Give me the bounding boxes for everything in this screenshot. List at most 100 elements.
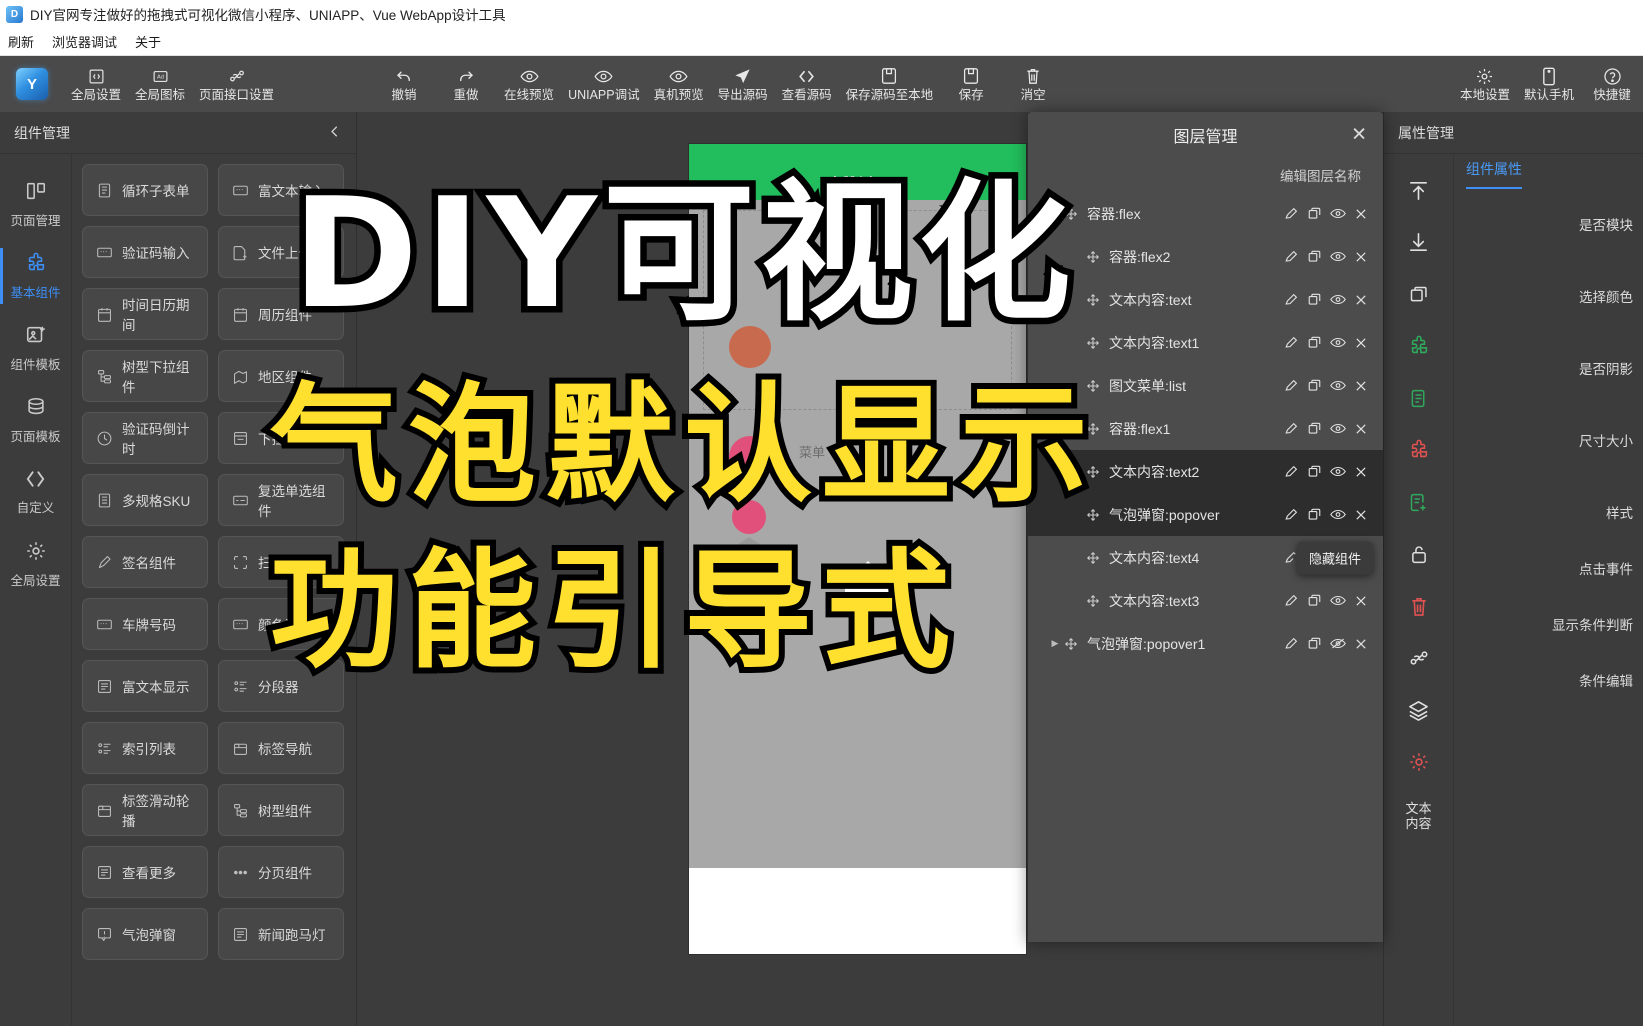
edit-icon[interactable] (1283, 420, 1300, 437)
eye-icon[interactable] (1329, 291, 1346, 308)
drag-move-icon[interactable] (1084, 465, 1102, 479)
copy-icon[interactable] (1408, 268, 1429, 320)
edit-icon[interactable] (1283, 248, 1300, 265)
eye-icon[interactable] (1329, 334, 1346, 351)
toolbar-undo[interactable]: 撤销 (373, 67, 435, 102)
eye-icon[interactable] (1329, 377, 1346, 394)
toolbar-export-source[interactable]: 导出源码 (711, 67, 775, 102)
toolbar-global-icons[interactable]: Ad 全局图标 (128, 67, 192, 102)
copy-icon[interactable] (1306, 377, 1323, 394)
toolbar-online-preview[interactable]: 在线预览 (497, 67, 561, 102)
drag-move-icon[interactable] (1084, 336, 1102, 350)
toolbar-uniapp-debug[interactable]: UNIAPP调试 (561, 67, 647, 102)
close-icon[interactable] (1352, 377, 1369, 394)
popover-bubble[interactable]: 气泡功能 (845, 561, 912, 597)
eye-off-icon[interactable] (1329, 635, 1346, 652)
unlock-icon[interactable] (1409, 528, 1429, 580)
expand-caret-icon[interactable]: ▶ (1048, 638, 1062, 649)
layer-row[interactable]: 文本内容:text (1028, 278, 1383, 321)
close-icon[interactable] (1352, 248, 1369, 265)
eye-icon[interactable] (1329, 420, 1346, 437)
sidebar-item-basic-components[interactable]: 基本组件 (0, 240, 71, 312)
component-item[interactable]: 签名组件 (82, 536, 208, 588)
component-item[interactable]: 复选单选组件 (218, 474, 344, 526)
component-item[interactable]: 分页组件 (218, 846, 344, 898)
menu-item-about[interactable]: 关于 (135, 32, 161, 51)
drag-move-icon[interactable] (1062, 207, 1080, 221)
eye-icon[interactable] (1329, 592, 1346, 609)
property-row[interactable]: 点击事件 (1454, 558, 1633, 614)
eye-icon[interactable] (1329, 205, 1346, 222)
toolbar-clear[interactable]: 消空 (1002, 67, 1064, 102)
close-icon[interactable] (1352, 463, 1369, 480)
component-item[interactable]: 查看更多 (82, 846, 208, 898)
property-row[interactable]: 选择颜色 (1454, 286, 1633, 358)
edit-icon[interactable] (1283, 635, 1300, 652)
layer-row[interactable]: 容器:flex1 (1028, 407, 1383, 450)
copy-icon[interactable] (1306, 463, 1323, 480)
close-icon[interactable] (1352, 205, 1369, 222)
component-item[interactable]: 气泡弹窗 (82, 908, 208, 960)
component-item[interactable]: 验证码倒计时 (82, 412, 208, 464)
layer-row[interactable]: 文本内容:text3 (1028, 579, 1383, 622)
component-item[interactable]: 下拉选择 (218, 412, 344, 464)
drag-move-icon[interactable] (1084, 508, 1102, 522)
copy-icon[interactable] (1306, 592, 1323, 609)
sidebar-item-page-manage[interactable]: 页面管理 (0, 168, 71, 240)
edit-icon[interactable] (1283, 377, 1300, 394)
sidebar-item-page-template[interactable]: 页面模板 (0, 384, 71, 456)
toolbar-redo[interactable]: 重做 (435, 67, 497, 102)
component-item[interactable]: 富文本显示 (82, 660, 208, 712)
drag-move-icon[interactable] (1062, 637, 1080, 651)
menu-item-browser-debug[interactable]: 浏览器调试 (52, 32, 117, 51)
expand-caret-icon[interactable]: ▼ (1048, 209, 1062, 219)
gear-red-icon[interactable] (1408, 736, 1430, 788)
link-icon[interactable] (1408, 632, 1430, 684)
layer-row[interactable]: 容器:flex2 (1028, 235, 1383, 278)
property-row[interactable]: 显示条件判断 (1454, 614, 1633, 670)
component-item[interactable]: 标签导航 (218, 722, 344, 774)
edit-icon[interactable] (1283, 592, 1300, 609)
drag-move-icon[interactable] (1084, 551, 1102, 565)
edit-icon[interactable] (1283, 205, 1300, 222)
layer-manager-panel[interactable]: 图层管理 ✕ 编辑图层名称 ▼ 容器:flex 容器:flex2 文本内容:text 文… (1028, 112, 1383, 942)
property-row[interactable]: 是否阴影 (1454, 358, 1633, 430)
component-item[interactable]: 多规格SKU (82, 474, 208, 526)
puzzle-add-green-icon[interactable] (1408, 320, 1430, 372)
copy-icon[interactable] (1306, 248, 1323, 265)
drag-move-icon[interactable] (1084, 293, 1102, 307)
property-row[interactable]: 样式 (1454, 502, 1633, 558)
drag-move-icon[interactable] (1084, 594, 1102, 608)
sidebar-item-global-settings[interactable]: 全局设置 (0, 528, 71, 600)
menu-item-refresh[interactable]: 刷新 (8, 32, 34, 51)
drag-move-icon[interactable] (1084, 379, 1102, 393)
layer-row[interactable]: ▼ 容器:flex (1028, 192, 1383, 235)
copy-icon[interactable] (1306, 334, 1323, 351)
copy-icon[interactable] (1306, 205, 1323, 222)
text-content-label[interactable]: 文本 内容 (1405, 788, 1431, 846)
puzzle-red-icon[interactable] (1408, 424, 1430, 476)
component-item[interactable]: 地区组件 (218, 350, 344, 402)
close-icon[interactable] (1352, 506, 1369, 523)
edit-icon[interactable] (1283, 334, 1300, 351)
component-item[interactable]: 文件上传 (218, 226, 344, 278)
layer-row[interactable]: 文本内容:text1 (1028, 321, 1383, 364)
phone-card-container[interactable] (703, 210, 1012, 410)
toolbar-default-phone[interactable]: 默认手机 (1517, 67, 1581, 102)
property-row[interactable]: 是否模块 (1454, 214, 1633, 286)
close-icon[interactable] (1352, 334, 1369, 351)
trash-red-icon[interactable] (1409, 580, 1429, 632)
toolbar-page-api-settings[interactable]: 页面接口设置 (192, 67, 281, 102)
copy-icon[interactable] (1306, 420, 1323, 437)
copy-icon[interactable] (1306, 506, 1323, 523)
component-item[interactable]: 时间日历期间 (82, 288, 208, 340)
doc-green-icon[interactable] (1408, 372, 1429, 424)
copy-icon[interactable] (1306, 635, 1323, 652)
phone-body[interactable]: 菜单 气泡功能 (689, 200, 1026, 954)
layer-row[interactable]: 文本内容:text4 隐藏组件 (1028, 536, 1383, 579)
toolbar-save[interactable]: 保存 (940, 67, 1002, 102)
component-item[interactable]: 车牌号码 (82, 598, 208, 650)
doc-add-green-icon[interactable] (1408, 476, 1429, 528)
sidebar-item-component-template[interactable]: 组件模板 (0, 312, 71, 384)
component-item[interactable]: 新闻跑马灯 (218, 908, 344, 960)
